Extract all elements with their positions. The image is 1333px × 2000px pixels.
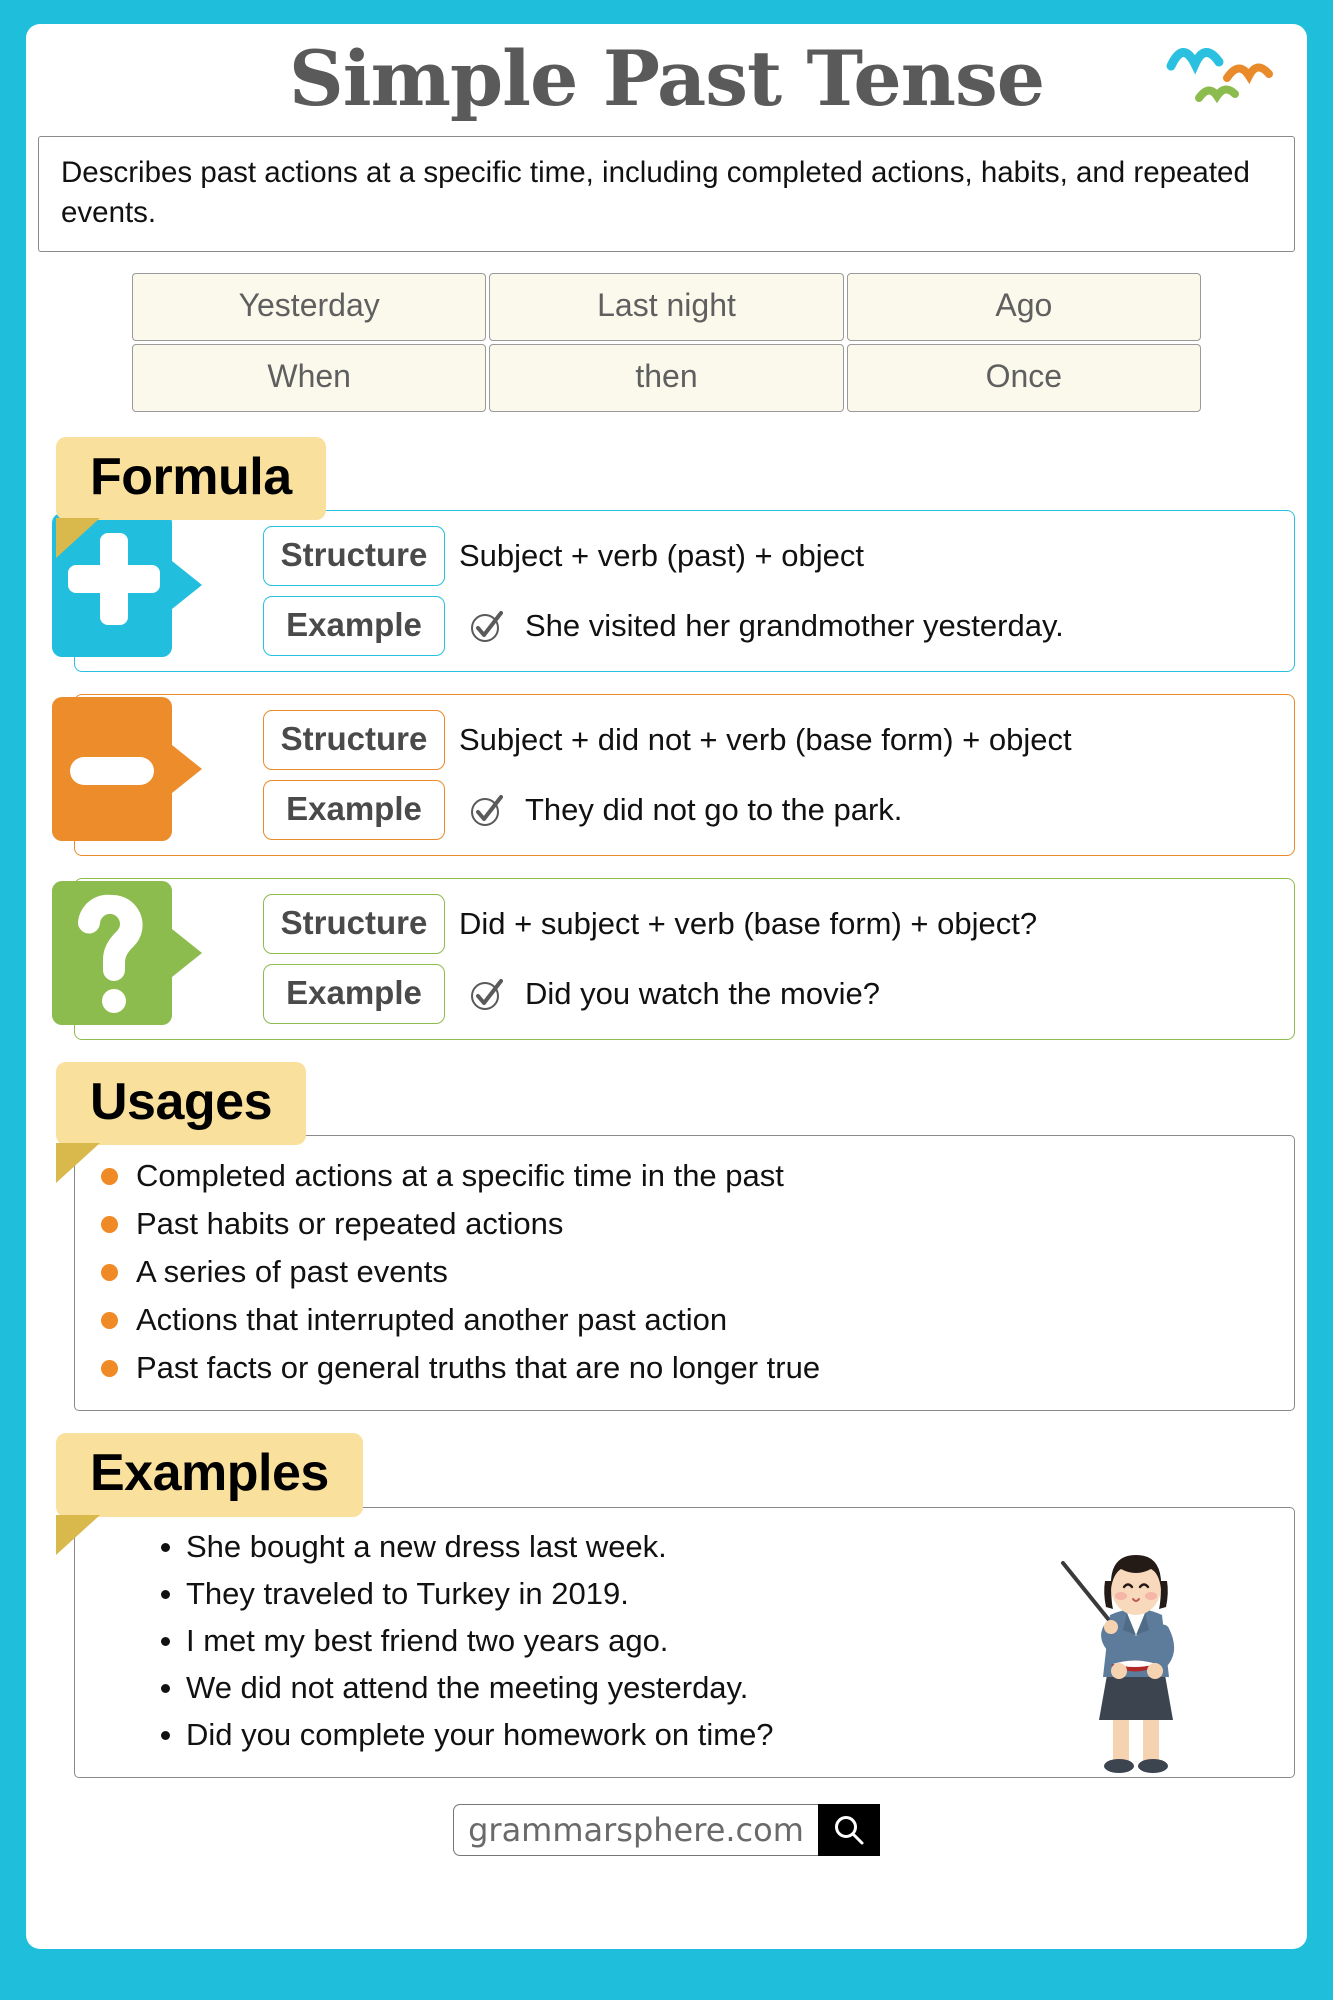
usages-heading-tab: Usages [56, 1062, 306, 1184]
tab-fold-shadow [56, 1143, 100, 1184]
usage-text: A series of past events [136, 1254, 448, 1290]
site-footer: grammarsphere.com [26, 1803, 1307, 1856]
question-mark-icon [40, 877, 208, 1029]
structure-text: Subject + verb (past) + object [459, 538, 864, 574]
bullet-dot-icon [161, 1730, 170, 1740]
examples-heading: Examples [56, 1433, 363, 1517]
magnifier-icon[interactable] [817, 1803, 880, 1856]
structure-label: Structure [263, 526, 445, 587]
bullet-dot-icon [101, 1167, 118, 1185]
usage-text: Past facts or general truths that are no… [136, 1350, 821, 1386]
keyword-cell: Ago [846, 272, 1201, 341]
structure-label: Structure [263, 894, 445, 955]
keyword-cell: Last night [489, 272, 844, 341]
poster-card: Simple Past Tense Describes past actions… [26, 24, 1307, 1949]
example-line: Example She visited her grandmother yest… [263, 595, 1280, 657]
check-circle-icon [469, 793, 503, 827]
example-sentence: We did not attend the meeting yesterday. [186, 1670, 749, 1706]
list-item: A series of past events [101, 1248, 1268, 1296]
list-item: Completed actions at a specific time in … [101, 1152, 1268, 1200]
bullet-dot-icon [101, 1215, 118, 1233]
examples-box: She bought a new dress last week. They t… [74, 1506, 1295, 1778]
page-title: Simple Past Tense [288, 34, 1045, 123]
list-item: Past habits or repeated actions [101, 1200, 1268, 1248]
structure-text: Subject + did not + verb (base form) + o… [459, 722, 1072, 758]
bullet-dot-icon [101, 1263, 118, 1281]
example-line: Example They did not go to the park. [263, 779, 1280, 841]
structure-line: Structure Did + subject + verb (base for… [263, 893, 1280, 955]
examples-section: Examples She bought a new dress last wee… [26, 1433, 1307, 1778]
teacher-with-pointer-illustration [1055, 1547, 1220, 1777]
list-item: Actions that interrupted another past ac… [101, 1296, 1268, 1344]
example-text-wrap: They did not go to the park. [469, 792, 902, 828]
example-text: She visited her grandmother yesterday. [525, 608, 1064, 644]
keyword-cell: When [132, 343, 487, 412]
example-sentence: Did you complete your homework on time? [186, 1717, 774, 1753]
site-url: grammarsphere.com [453, 1803, 818, 1856]
bird-decorations [1163, 32, 1283, 106]
structure-line: Structure Subject + verb (past) + object [263, 525, 1280, 587]
bird-cyan-icon [1166, 48, 1224, 75]
bullet-dot-icon [101, 1311, 118, 1329]
table-row: Yesterday Last night Ago [132, 272, 1201, 341]
bird-orange-icon [1223, 63, 1273, 85]
formula-heading-tab: Formula [56, 436, 326, 559]
bullet-dot-icon [161, 1542, 170, 1552]
formula-heading: Formula [56, 436, 326, 521]
usage-text: Completed actions at a specific time in … [136, 1158, 784, 1194]
bird-green-icon [1195, 85, 1239, 104]
list-item: Past facts or general truths that are no… [101, 1344, 1268, 1392]
examples-heading-tab: Examples [56, 1433, 363, 1555]
check-circle-icon [469, 977, 503, 1011]
example-line: Example Did you watch the movie? [263, 963, 1280, 1025]
keyword-cell: Yesterday [132, 272, 487, 341]
example-sentence: She bought a new dress last week. [186, 1529, 667, 1565]
example-sentence: They traveled to Turkey in 2019. [186, 1576, 629, 1612]
keyword-cell: then [489, 343, 844, 412]
example-text: Did you watch the movie? [525, 976, 880, 1012]
example-text: They did not go to the park. [525, 792, 903, 828]
keyword-table: Yesterday Last night Ago When then Once [129, 270, 1204, 415]
formula-row-negative: Structure Subject + did not + verb (base… [52, 694, 1295, 857]
tab-fold-shadow [56, 518, 100, 559]
example-text-wrap: Did you watch the movie? [469, 976, 880, 1012]
bullet-dot-icon [161, 1683, 170, 1693]
tab-fold-shadow [56, 1514, 100, 1555]
usages-box: Completed actions at a specific time in … [74, 1135, 1295, 1412]
search-bar-logo[interactable]: grammarsphere.com [453, 1803, 880, 1856]
example-label: Example [263, 780, 445, 841]
formula-row-question: Structure Did + subject + verb (base for… [52, 878, 1295, 1041]
example-sentence: I met my best friend two years ago. [186, 1623, 669, 1659]
bullet-dot-icon [161, 1636, 170, 1646]
check-circle-icon [469, 609, 503, 643]
structure-label: Structure [263, 710, 445, 771]
usages-heading: Usages [56, 1062, 306, 1146]
usages-section: Usages Completed actions at a specific t… [26, 1062, 1307, 1412]
minus-icon [40, 693, 208, 845]
table-row: When then Once [132, 343, 1201, 412]
example-label: Example [263, 596, 445, 657]
usage-text: Actions that interrupted another past ac… [136, 1302, 728, 1338]
formula-row-positive: Structure Subject + verb (past) + object… [52, 510, 1295, 673]
usage-text: Past habits or repeated actions [136, 1206, 564, 1242]
structure-text: Did + subject + verb (base form) + objec… [459, 906, 1038, 942]
description-box: Describes past actions at a specific tim… [38, 136, 1295, 252]
formula-section: Formula Structure Subject + verb (past) … [26, 436, 1307, 1041]
bullet-dot-icon [101, 1359, 118, 1377]
example-label: Example [263, 964, 445, 1025]
bullet-dot-icon [161, 1589, 170, 1599]
structure-line: Structure Subject + did not + verb (base… [263, 709, 1280, 771]
example-text-wrap: She visited her grandmother yesterday. [469, 608, 1064, 644]
keyword-cell: Once [846, 343, 1201, 412]
